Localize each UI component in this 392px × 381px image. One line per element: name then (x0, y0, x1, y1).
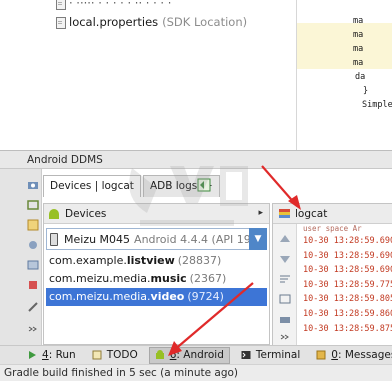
layout-icon[interactable] (197, 178, 211, 192)
status-bar: Gradle build finished in 5 sec (a minute… (0, 364, 392, 381)
logcat-icon (279, 209, 290, 218)
terminal-label: Terminal (255, 349, 301, 361)
stop-icon[interactable] (27, 279, 39, 291)
ddms-title: Android DDMS (0, 150, 392, 169)
process-name: video (150, 290, 185, 303)
android-icon (155, 350, 164, 359)
code-line: } (363, 86, 369, 96)
android-icon (48, 208, 60, 219)
messages-label: : Messages (337, 349, 392, 361)
arrow-down-icon[interactable] (279, 254, 291, 264)
process-item[interactable]: com.meizu.media.music (2367) (46, 270, 267, 288)
tool-window-bar: 4: Run TODO 6: Android Terminal 0: Messa… (0, 345, 392, 364)
code-line: ma (353, 44, 364, 54)
todo-icon (92, 350, 102, 360)
logcat-toolbar (273, 224, 297, 346)
log-output[interactable]: user space Ar 10-30 13:28:59.690 10-30 1… (303, 224, 392, 336)
messages-mnemonic: 0 (331, 349, 338, 361)
android-mnemonic: 6 (169, 349, 177, 361)
logcat-header: logcat (273, 204, 392, 224)
tool-icon[interactable] (27, 301, 39, 313)
log-line: 10-30 13:28:59.860 (303, 308, 392, 319)
tab-devices-logcat[interactable]: Devices | logcat (43, 175, 141, 197)
properties-file-icon (55, 16, 66, 29)
process-name: music (150, 272, 187, 285)
terminal-icon (241, 351, 251, 359)
device-detail: Android 4.4.4 (API 19) (134, 232, 256, 246)
log-line: 10-30 13:28:59.775 (303, 279, 392, 290)
code-line: ma (353, 58, 364, 68)
debug-icon[interactable] (27, 199, 39, 211)
editor-area: · ····· · · · · · ·· · · · · local.prope… (0, 0, 392, 150)
file-icon (55, 0, 66, 10)
device-name: Meizu M045 (64, 232, 131, 246)
android-tool-button[interactable]: 6: Android (148, 346, 230, 364)
code-line: ma (353, 16, 364, 26)
process-pid: (28837) (177, 254, 222, 267)
camera-icon[interactable] (27, 179, 39, 191)
android-label: : Android (176, 349, 224, 361)
phone-icon (50, 232, 58, 246)
log-line: 10-30 13:28:59.690 (303, 236, 392, 246)
todo-tool-button[interactable]: TODO (87, 347, 143, 364)
todo-label: TODO (106, 349, 138, 361)
code-line: ma (353, 30, 364, 40)
process-name: listview (126, 254, 175, 267)
messages-icon (316, 350, 326, 360)
log-line: 10-30 13:28:59.805 (303, 294, 392, 305)
process-item[interactable]: com.example.listview (28837) (46, 252, 267, 270)
scroll-to-end-icon[interactable] (279, 294, 291, 304)
chevron-down-icon[interactable]: ▼ (249, 228, 267, 250)
chevron-down-icon[interactable]: ▸ (258, 208, 263, 218)
file-note: (SDK Location) (162, 15, 248, 29)
file-name: local.properties (69, 15, 159, 29)
project-tree-item-local-properties[interactable]: local.properties (SDK Location) (55, 13, 247, 31)
devices-title: Devices (65, 207, 107, 220)
more-icon[interactable] (279, 332, 291, 342)
logcat-title: logcat (295, 207, 328, 220)
more-icon[interactable] (27, 323, 39, 335)
log-line: 10-30 13:28:59.875 (303, 323, 392, 334)
device-select[interactable]: Meizu M045 Android 4.4.4 (API 19) ▼ (46, 228, 267, 250)
arrow-to-logcat (261, 165, 298, 207)
code-line: da (355, 72, 366, 82)
project-tree-item-cut[interactable]: · ····· · · · · · ·· · · · · (55, 0, 171, 12)
arrow-up-icon[interactable] (279, 234, 291, 244)
print-icon[interactable] (279, 314, 291, 324)
screen-icon[interactable] (27, 259, 39, 271)
code-line: Simple (362, 100, 392, 110)
devices-header: Devices ▸ (44, 204, 269, 224)
run-mnemonic: 4 (42, 349, 49, 361)
run-label: : Run (48, 349, 76, 361)
process-prefix: com.meizu.media. (49, 290, 151, 303)
run-tool-button[interactable]: 4: Run (22, 347, 81, 364)
messages-tool-button[interactable]: 0: Messages (311, 347, 392, 364)
process-prefix: com.example. (49, 254, 127, 267)
process-prefix: com.meizu.media. (49, 272, 151, 285)
log-line: 10-30 13:28:59.690 (303, 265, 392, 276)
ddms-tabs: Devices | logcat ADB logs ·+ (43, 175, 222, 197)
settings-icon[interactable] (27, 239, 39, 251)
terminal-tool-button[interactable]: Terminal (236, 347, 305, 364)
log-line: user space Ar (303, 224, 362, 233)
devices-panel: Devices ▸ Meizu M045 Android 4.4.4 (API … (43, 203, 270, 345)
code-editor[interactable]: ma ma ma ma da } Simple (297, 0, 392, 150)
ddms-side-toolbar (0, 169, 42, 345)
process-pid: (9724) (187, 290, 224, 303)
process-pid: (2367) (189, 272, 227, 285)
tree-item-label: · ····· · · · · · ·· · · · · (69, 0, 172, 10)
log-line: 10-30 13:28:59.690 (303, 250, 392, 261)
process-item-selected[interactable]: com.meizu.media.video (9724) (46, 288, 267, 306)
logcat-panel: logcat user space Ar 10-30 13:28:59.690 … (272, 203, 392, 346)
restart-icon[interactable] (27, 219, 39, 231)
soft-wrap-icon[interactable] (279, 274, 291, 284)
play-icon (29, 351, 36, 359)
